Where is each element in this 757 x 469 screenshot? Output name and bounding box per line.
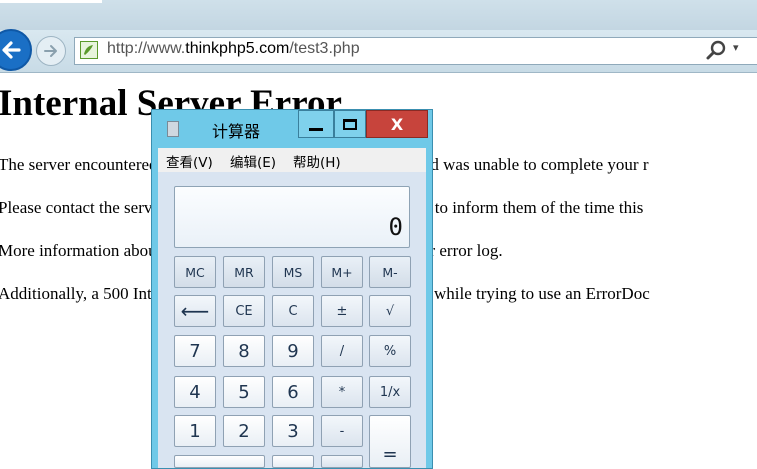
key-mc[interactable]: MC [174,256,216,288]
menu-view[interactable]: 查看(V) [166,151,213,171]
key-5[interactable]: 5 [223,376,265,408]
menu-help[interactable]: 帮助(H) [293,151,341,171]
back-arrow-icon [2,41,21,59]
key-1[interactable]: 1 [174,415,216,447]
close-button[interactable]: X [366,110,428,138]
calculator-body: 查看(V) 编辑(E) 帮助(H) 0 MC MR MS M+ M- ⟵ CE … [158,148,426,468]
site-favicon-icon [80,41,98,59]
url-domain: thinkphp5.com [185,40,290,57]
key-4[interactable]: 4 [174,376,216,408]
calculator-window: 计算器 X 查看(V) 编辑(E) 帮助(H) 0 MC MR MS M+ M-… [151,109,433,469]
minimize-icon [309,127,323,131]
minimize-button[interactable] [298,110,334,138]
key-7[interactable]: 7 [174,335,216,367]
key-equals[interactable]: = [369,415,411,468]
maximize-button[interactable] [334,110,366,138]
key-0[interactable] [174,455,265,468]
active-tab-edge [0,0,102,3]
key-decimal[interactable] [272,455,314,468]
search-dropdown-icon[interactable]: ▾ [733,41,739,54]
url-suffix: /test3.php [289,40,360,57]
search-icon[interactable] [705,40,729,62]
key-3[interactable]: 3 [272,415,314,447]
close-icon: X [390,114,404,134]
key-plus-minus[interactable]: ± [321,295,363,327]
forward-button[interactable] [36,36,66,66]
key-reciprocal[interactable]: 1/x [369,376,411,408]
key-percent[interactable]: % [369,335,411,367]
key-sqrt[interactable]: √ [369,295,411,327]
key-ce[interactable]: CE [223,295,265,327]
menu-edit[interactable]: 编辑(E) [230,151,276,171]
key-8[interactable]: 8 [223,335,265,367]
key-mr[interactable]: MR [223,256,265,288]
key-9[interactable]: 9 [272,335,314,367]
tab-strip [0,0,757,30]
key-2[interactable]: 2 [223,415,265,447]
calculator-display: 0 [174,186,410,248]
url-text[interactable]: http://www.thinkphp5.com/test3.php [107,40,360,58]
display-value: 0 [388,213,403,241]
key-6[interactable]: 6 [272,376,314,408]
key-subtract[interactable]: - [321,415,363,447]
key-ms[interactable]: MS [272,256,314,288]
key-m-minus[interactable]: M- [369,256,411,288]
url-prefix: http://www. [107,40,186,57]
key-m-plus[interactable]: M+ [321,256,363,288]
key-multiply[interactable]: * [321,376,363,408]
key-divide[interactable]: / [321,335,363,367]
key-add[interactable] [321,455,363,468]
calculator-title: 计算器 [212,122,261,141]
key-backspace[interactable]: ⟵ [174,295,216,327]
forward-arrow-icon [44,45,57,57]
calculator-menubar: 查看(V) 编辑(E) 帮助(H) [158,148,426,172]
maximize-icon [343,118,357,130]
key-c[interactable]: C [272,295,314,327]
calculator-app-icon [167,121,179,137]
